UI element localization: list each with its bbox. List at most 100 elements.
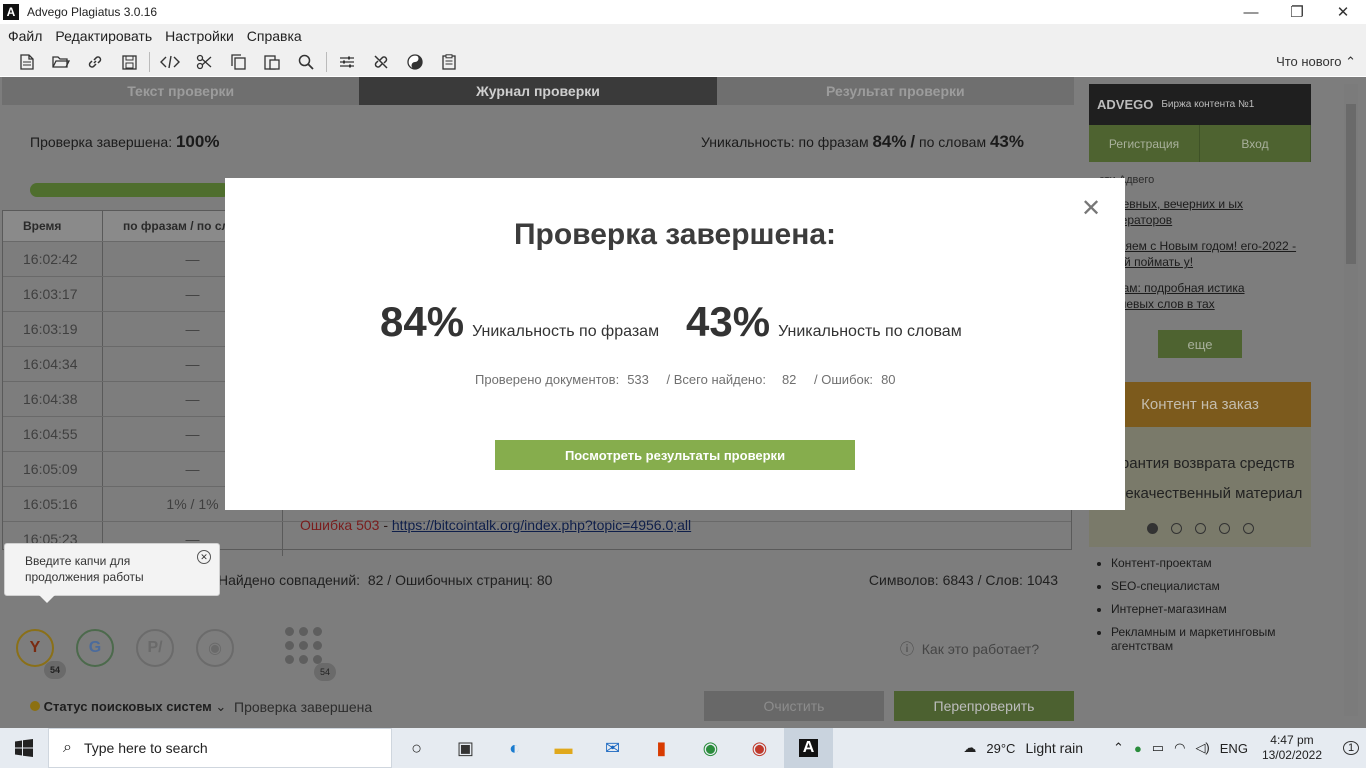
- notification-count: 1: [1342, 741, 1360, 755]
- weather-text[interactable]: Light rain: [1025, 740, 1083, 756]
- scrollbar-thumb[interactable]: [1346, 104, 1356, 264]
- whats-new-label: Что нового: [1276, 54, 1342, 69]
- rambler-icon[interactable]: P/: [136, 629, 174, 667]
- wifi-icon[interactable]: ◠: [1174, 740, 1185, 756]
- weather-temp[interactable]: 29°C: [986, 741, 1015, 756]
- clock[interactable]: 4:47 pm 13/02/2022: [1262, 733, 1322, 763]
- close-window-button[interactable]: ✕: [1320, 0, 1366, 24]
- cut-icon[interactable]: [187, 49, 221, 75]
- row-time: 16:04:34: [3, 347, 103, 381]
- slider-dot[interactable]: [1219, 523, 1230, 534]
- advert-tagline: Биржа контента №1: [1161, 99, 1255, 110]
- slider-dot[interactable]: [1147, 523, 1158, 534]
- whats-new-link[interactable]: Что нового ⌃: [1276, 54, 1356, 70]
- tab-text[interactable]: Текст проверки: [2, 77, 360, 105]
- clipboard-icon[interactable]: [432, 49, 466, 75]
- edge-browser-icon[interactable]: ◐: [490, 728, 539, 768]
- errors-value: 80: [881, 372, 896, 387]
- row-time: 16:02:42: [3, 242, 103, 276]
- column-time[interactable]: Время: [3, 211, 103, 241]
- uniqueness-label: Уникальность:: [701, 134, 795, 150]
- office-icon[interactable]: ▮: [637, 728, 686, 768]
- google-icon[interactable]: G: [76, 629, 114, 667]
- save-icon[interactable]: [112, 49, 146, 75]
- notification-icon[interactable]: 1: [1336, 728, 1366, 768]
- advert-scrollbar[interactable]: [1344, 84, 1358, 716]
- how-it-works-link[interactable]: ⓘ Как это работает?: [900, 639, 1039, 659]
- advert-list: Контент-проектам SEO-специалистам Интерн…: [1089, 556, 1311, 653]
- advert-list-item[interactable]: Контент-проектам: [1111, 556, 1311, 570]
- register-link[interactable]: Регистрация: [1089, 125, 1200, 162]
- tray-app-icon[interactable]: ●: [1134, 741, 1142, 756]
- modal-stats: Проверено документов: 533 / Всего найдено…: [475, 372, 910, 387]
- chevron-up-icon[interactable]: ⌃: [1113, 740, 1124, 756]
- minimize-button[interactable]: —: [1228, 0, 1274, 24]
- advego-taskbar-icon[interactable]: A: [784, 728, 833, 768]
- slider-dot[interactable]: [1243, 523, 1254, 534]
- more-news-button[interactable]: еще: [1158, 330, 1242, 358]
- toolbar-separator: [326, 52, 327, 72]
- words-uniqueness-value: 43%: [686, 298, 771, 345]
- other-engines-icon[interactable]: [283, 627, 325, 667]
- weather-icon[interactable]: ☁: [963, 740, 976, 756]
- error-pages-value: 80: [536, 572, 553, 588]
- paste-icon[interactable]: [255, 49, 289, 75]
- yin-yang-icon[interactable]: [398, 49, 432, 75]
- file-explorer-icon[interactable]: ▬: [539, 728, 588, 768]
- unlink-icon[interactable]: [364, 49, 398, 75]
- cortana-icon[interactable]: ○: [392, 728, 441, 768]
- code-icon[interactable]: [153, 49, 187, 75]
- task-view-icon[interactable]: ▣: [441, 728, 490, 768]
- checked-docs-value: 533: [627, 372, 649, 387]
- open-folder-icon[interactable]: [44, 49, 78, 75]
- system-tray: ☁ 29°C Light rain ⌃ ● ▭ ◠ ◁) ENG 4:47 pm…: [963, 728, 1366, 768]
- recheck-button[interactable]: Перепроверить: [894, 691, 1074, 721]
- link-icon[interactable]: [78, 49, 112, 75]
- close-icon[interactable]: ✕: [197, 550, 211, 564]
- view-results-button[interactable]: Посмотреть результаты проверки: [495, 440, 855, 470]
- checked-docs-label: Проверено документов:: [475, 372, 620, 387]
- advert-list-item[interactable]: SEO-специалистам: [1111, 579, 1311, 593]
- new-document-icon[interactable]: [10, 49, 44, 75]
- advert-list-item[interactable]: Рекламным и маркетинговым агентствам: [1111, 625, 1311, 653]
- chrome-profile-icon[interactable]: ◉: [735, 728, 784, 768]
- taskbar-search-input[interactable]: ⌕ Type here to search: [48, 728, 392, 768]
- close-icon[interactable]: ✕: [1081, 197, 1101, 221]
- settings-sliders-icon[interactable]: [330, 49, 364, 75]
- login-link[interactable]: Вход: [1200, 125, 1311, 162]
- advert-list-item[interactable]: Интернет-магазинам: [1111, 602, 1311, 616]
- window-controls: — ❐ ✕: [1228, 0, 1366, 24]
- menu-edit[interactable]: Редактировать: [55, 28, 152, 44]
- error-url-link[interactable]: https://bitcointalk.org/index.php?topic=…: [392, 517, 691, 533]
- menu-help[interactable]: Справка: [247, 28, 302, 44]
- language-indicator[interactable]: ENG: [1220, 741, 1248, 756]
- found-label: Найдено совпадений:: [218, 572, 361, 588]
- chrome-icon[interactable]: ◉: [686, 728, 735, 768]
- info-icon: ⓘ: [900, 641, 914, 657]
- search-icon[interactable]: [289, 49, 323, 75]
- news-link[interactable]: зчикам: подробная истика ключевых слов в…: [1099, 280, 1301, 312]
- mail-icon[interactable]: ✉: [588, 728, 637, 768]
- yandex-icon[interactable]: Y 54: [16, 629, 66, 679]
- row-time: 16:03:17: [3, 277, 103, 311]
- slider-dot[interactable]: [1171, 523, 1182, 534]
- windows-start-icon[interactable]: [0, 728, 48, 768]
- search-status-dropdown[interactable]: Статус поисковых систем ⌄: [30, 699, 226, 714]
- volume-icon[interactable]: ◁): [1195, 740, 1209, 756]
- by-words-value: 43%: [989, 132, 1024, 151]
- news-link[interactable]: р дневных, вечерних и ых модераторов: [1099, 196, 1301, 228]
- menu-settings[interactable]: Настройки: [165, 28, 234, 44]
- bottom-status-bar: Статус поисковых систем ⌄ Проверка завер…: [30, 699, 372, 715]
- tab-log[interactable]: Журнал проверки: [359, 77, 717, 105]
- duckduckgo-icon[interactable]: ◉: [196, 629, 234, 667]
- news-link[interactable]: равляем с Новым годом! его-2022 - успей …: [1099, 238, 1301, 270]
- copy-icon[interactable]: [221, 49, 255, 75]
- battery-icon[interactable]: ▭: [1152, 740, 1164, 756]
- phrases-uniqueness: 84% Уникальность по фразам: [380, 298, 659, 346]
- tab-result[interactable]: Результат проверки: [716, 77, 1074, 105]
- slider-dot[interactable]: [1195, 523, 1206, 534]
- maximize-button[interactable]: ❐: [1274, 0, 1320, 24]
- row-time: 16:03:19: [3, 312, 103, 346]
- menu-file[interactable]: Файл: [8, 28, 42, 44]
- clear-button[interactable]: Очистить: [704, 691, 884, 721]
